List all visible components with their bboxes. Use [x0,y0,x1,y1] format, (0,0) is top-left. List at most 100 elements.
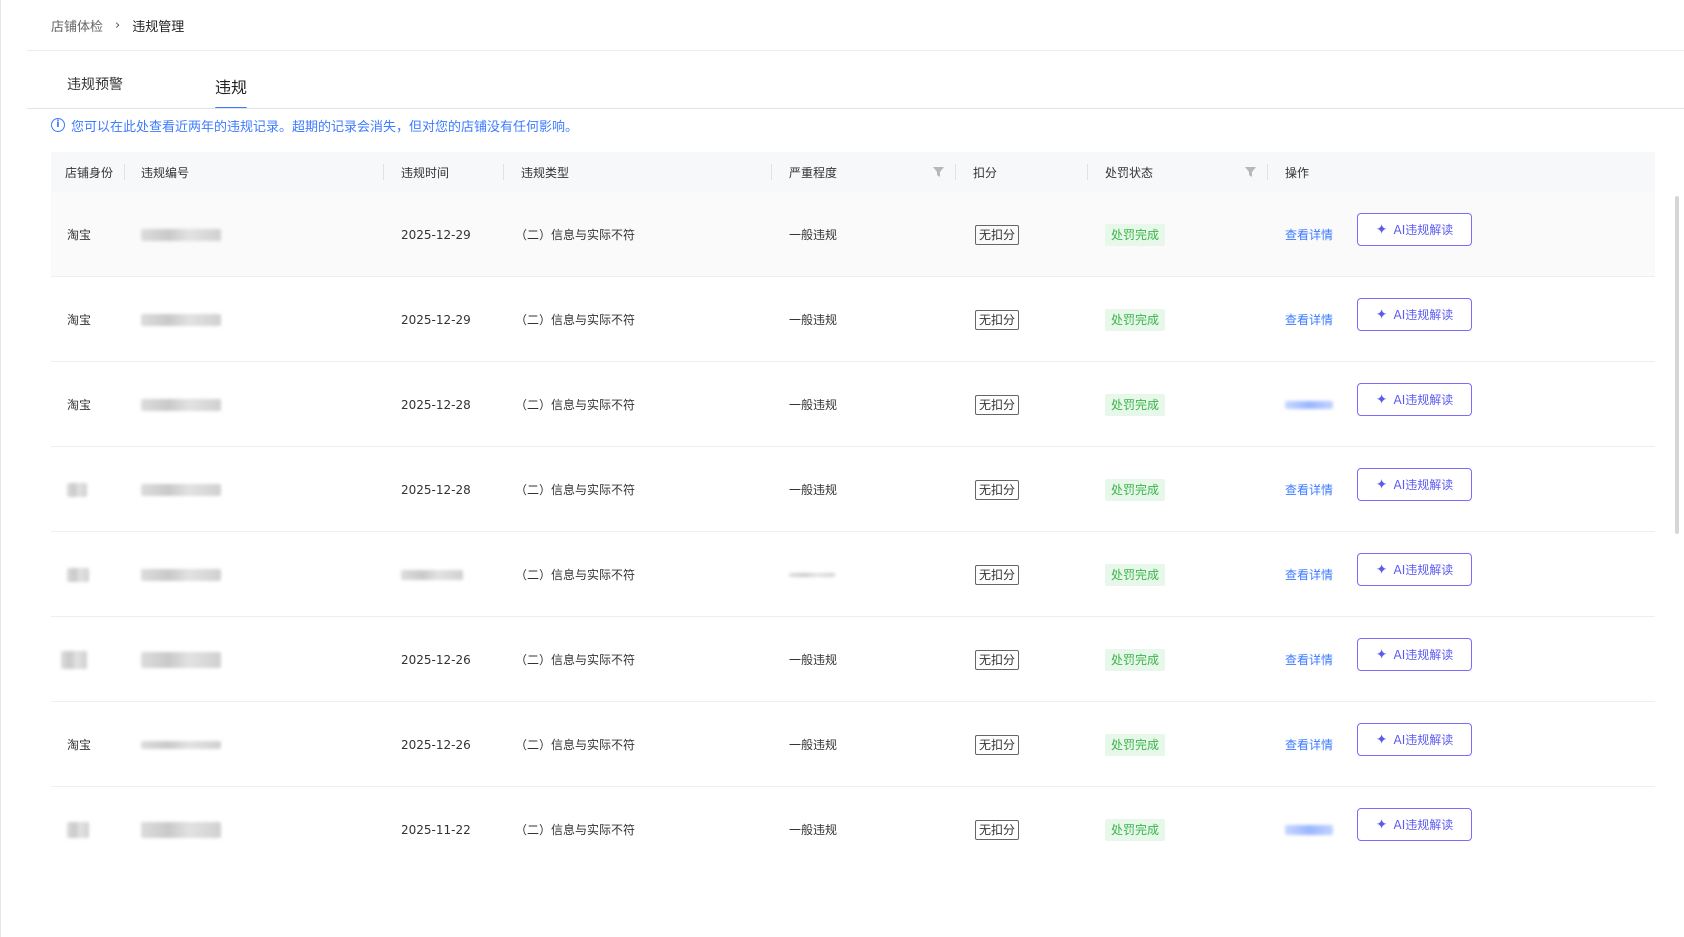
view-detail-link[interactable]: 查看详情 [1285,192,1333,277]
row-status: 处罚完成 [1105,617,1166,702]
breadcrumb-separator: › [115,17,121,33]
status-badge: 处罚完成 [1105,818,1166,841]
filter-icon[interactable] [1245,166,1256,178]
row-status: 处罚完成 [1105,362,1166,447]
vertical-scrollbar[interactable] [1675,196,1679,534]
score-tag: 无扣分 [975,479,1020,500]
violation-number-redacted [141,787,221,872]
col-header-status: 处罚状态 [1105,165,1154,180]
table-row: 淘宝 2025-12-26 （二）信息与实际不符 一般违规 无扣分 处罚完成 查… [51,702,1655,787]
filter-icon[interactable] [933,166,944,178]
ai-interpret-button[interactable]: ✦ AI违规解读 [1357,298,1472,331]
col-header-type: 违规类型 [521,165,570,180]
col-header-score: 扣分 [973,165,998,180]
row-status: 处罚完成 [1105,447,1166,532]
col-header-time: 违规时间 [401,165,450,180]
row-status: 处罚完成 [1105,702,1166,787]
row-identity: 淘宝 [67,398,92,412]
ai-interpret-button[interactable]: ✦ AI违规解读 [1357,723,1472,756]
breadcrumb-shop-checkup[interactable]: 店铺体检 [51,16,103,35]
breadcrumb: 店铺体检 › 违规管理 [51,14,184,36]
row-time: 2025-12-26 [401,737,471,752]
sparkle-icon: ✦ [1375,476,1388,493]
view-detail-link-redacted[interactable] [1285,787,1333,872]
row-identity: 淘宝 [67,738,92,752]
score-tag: 无扣分 [975,649,1020,670]
row-time: 2025-12-29 [401,312,471,327]
row-score: 无扣分 [975,702,1020,787]
tab-violation[interactable]: 违规 [215,74,248,109]
violation-number-redacted [141,617,221,702]
row-score: 无扣分 [975,787,1020,872]
view-detail-link[interactable]: 查看详情 [1285,277,1333,362]
column-separator [1087,164,1088,180]
violation-number-redacted [141,702,221,787]
row-time: 2025-12-29 [401,227,471,242]
view-detail-link-redacted[interactable] [1285,362,1333,447]
score-tag: 无扣分 [975,734,1020,755]
notice-banner: i 您可以在此处查看近两年的违规记录。超期的记录会消失，但对您的店铺没有任何影响… [51,116,578,135]
row-type: （二）信息与实际不符 [515,398,636,412]
sparkle-icon: ✦ [1375,221,1388,238]
view-detail-link[interactable]: 查看详情 [1285,447,1333,532]
score-tag: 无扣分 [975,819,1020,840]
violation-number-redacted [141,192,221,277]
row-time: 2025-12-26 [401,652,471,667]
row-score: 无扣分 [975,362,1020,447]
row-status: 处罚完成 [1105,277,1166,362]
tab-violation-warning[interactable]: 违规预警 [67,74,123,108]
row-type: （二）信息与实际不符 [515,313,636,327]
header-divider [27,50,1684,51]
row-score: 无扣分 [975,617,1020,702]
view-detail-link[interactable]: 查看详情 [1285,617,1333,702]
row-status: 处罚完成 [1105,192,1166,277]
ai-interpret-button[interactable]: ✦ AI违规解读 [1357,213,1472,246]
status-badge: 处罚完成 [1105,648,1166,671]
score-tag: 无扣分 [975,309,1020,330]
row-severity: 一般违规 [789,823,838,837]
row-status: 处罚完成 [1105,787,1166,872]
row-time: 2025-11-22 [401,822,471,837]
table-row: 淘宝 2025-12-29 （二）信息与实际不符 一般违规 无扣分 处罚完成 查… [51,192,1655,277]
ai-interpret-button[interactable]: ✦ AI违规解读 [1357,808,1472,841]
ai-interpret-button[interactable]: ✦ AI违规解读 [1357,638,1472,671]
view-detail-link[interactable]: 查看详情 [1285,532,1333,617]
row-type: （二）信息与实际不符 [515,228,636,242]
column-separator [124,164,125,180]
info-circle-icon: i [51,118,65,132]
row-severity: 一般违规 [789,483,838,497]
column-separator [503,164,504,180]
ai-interpret-button[interactable]: ✦ AI违规解读 [1357,468,1472,501]
table-row: 淘宝 2025-12-28 （二）信息与实际不符 一般违规 无扣分 处罚完成 ✦… [51,362,1655,447]
violation-number-redacted [141,447,221,532]
row-identity-redacted [67,447,87,532]
table-row: 2025-12-26 （二）信息与实际不符 一般违规 无扣分 处罚完成 查看详情… [51,617,1655,702]
status-badge: 处罚完成 [1105,478,1166,501]
row-identity-redacted [67,787,89,872]
row-severity: 一般违规 [789,738,838,752]
row-type: （二）信息与实际不符 [515,823,636,837]
view-detail-link[interactable]: 查看详情 [1285,702,1333,787]
breadcrumb-violation-management: 违规管理 [132,19,185,35]
status-badge: 处罚完成 [1105,733,1166,756]
column-separator [955,164,956,180]
sparkle-icon: ✦ [1375,646,1388,663]
table-body: 淘宝 2025-12-29 （二）信息与实际不符 一般违规 无扣分 处罚完成 查… [51,192,1655,872]
table-row: 2025-12-28 （二）信息与实际不符 一般违规 无扣分 处罚完成 查看详情… [51,447,1655,532]
row-status: 处罚完成 [1105,532,1166,617]
table-row: 淘宝 2025-12-29 （二）信息与实际不符 一般违规 无扣分 处罚完成 查… [51,277,1655,362]
ai-interpret-button[interactable]: ✦ AI违规解读 [1357,553,1472,586]
column-separator [771,164,772,180]
row-identity-redacted [67,532,89,617]
tabs: 违规预警 违规 [67,74,248,109]
row-time: 2025-12-28 [401,482,471,497]
sparkle-icon: ✦ [1375,391,1388,408]
col-header-identity: 店铺身份 [65,165,114,180]
row-time: 2025-12-28 [401,397,471,412]
row-type: （二）信息与实际不符 [515,653,636,667]
ai-interpret-button[interactable]: ✦ AI违规解读 [1357,383,1472,416]
violation-number-redacted [141,532,221,617]
violation-management-page: 店铺体检 › 违规管理 违规预警 违规 i 您可以在此处查看近两年的违规记录。超… [0,0,1684,937]
row-severity: 一般违规 [789,398,838,412]
table-header: 店铺身份 违规编号 违规时间 违规类型 严重程度 扣分 处罚状态 操作 [51,152,1655,192]
